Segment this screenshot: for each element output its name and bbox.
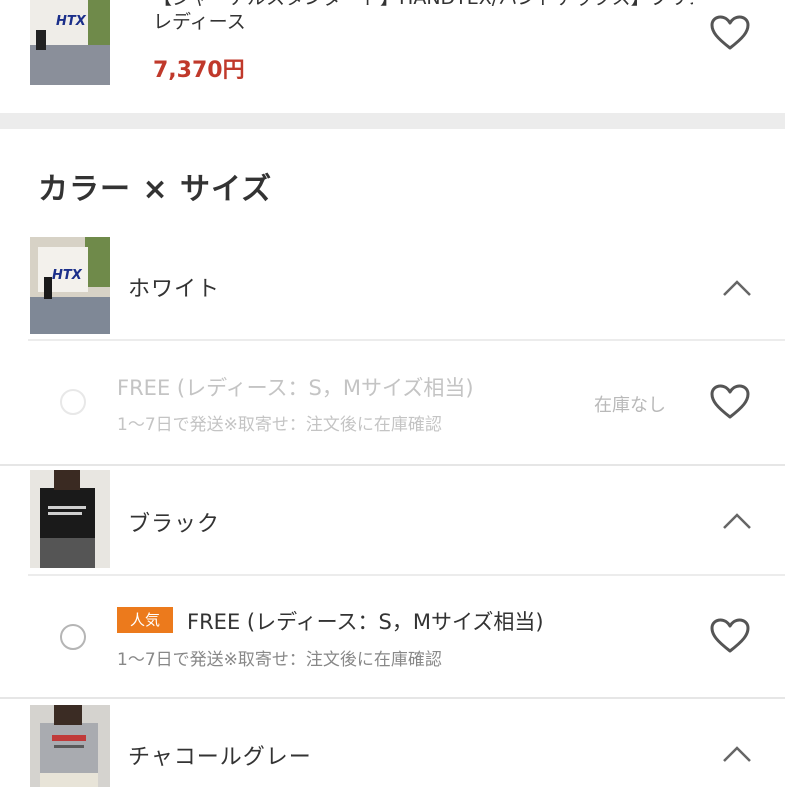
product-title[interactable]: 【ジャーナルスタンダード】HANDTEX/ハンドテックス】プリントロゴT (153, 0, 693, 10)
chevron-up-icon[interactable] (722, 512, 752, 530)
chevron-up-icon[interactable] (722, 745, 752, 763)
svg-text:HTX: HTX (52, 268, 83, 283)
color-thumbnail-black (30, 470, 110, 568)
color-thumbnail-charcoal-gray (30, 705, 110, 787)
product-thumbnail[interactable]: HTX (30, 0, 110, 85)
color-row-white[interactable]: HTX ホワイト (0, 235, 785, 339)
variant-shipping-white: 1〜7日で発送※取寄せ：注文後に在庫確認 (117, 415, 442, 435)
color-thumbnail-white: HTX (30, 237, 110, 334)
variant-size-black: FREE (レディース：S，Mサイズ相当) (187, 610, 544, 634)
variant-radio-black-free[interactable] (60, 624, 86, 650)
heart-icon[interactable] (709, 14, 751, 52)
section-separator (0, 113, 785, 129)
popular-badge: 人気 (117, 607, 173, 633)
color-row-black[interactable]: ブラック (0, 470, 785, 574)
color-name-charcoal-gray: チャコールグレー (128, 745, 312, 770)
divider (0, 464, 785, 466)
variant-radio-white-free[interactable] (60, 389, 86, 415)
divider (28, 574, 785, 576)
color-name-white: ホワイト (128, 277, 221, 302)
stock-status: 在庫なし (594, 395, 666, 416)
heart-icon[interactable] (709, 617, 751, 655)
product-price: 7,370円 (153, 58, 245, 83)
variant-size-white: FREE (レディース：S，Mサイズ相当) (117, 376, 474, 400)
heart-icon[interactable] (709, 383, 751, 421)
variant-shipping-black: 1〜7日で発送※取寄せ：注文後に在庫確認 (117, 650, 442, 670)
svg-text:HTX: HTX (56, 14, 87, 29)
color-name-black: ブラック (128, 512, 221, 537)
color-row-charcoal-gray[interactable]: チャコールグレー (0, 703, 785, 807)
product-title-suffix[interactable]: レディース (153, 10, 246, 34)
section-title: カラー × サイズ (38, 172, 273, 207)
divider (28, 339, 785, 341)
chevron-up-icon[interactable] (722, 279, 752, 297)
divider (0, 697, 785, 699)
